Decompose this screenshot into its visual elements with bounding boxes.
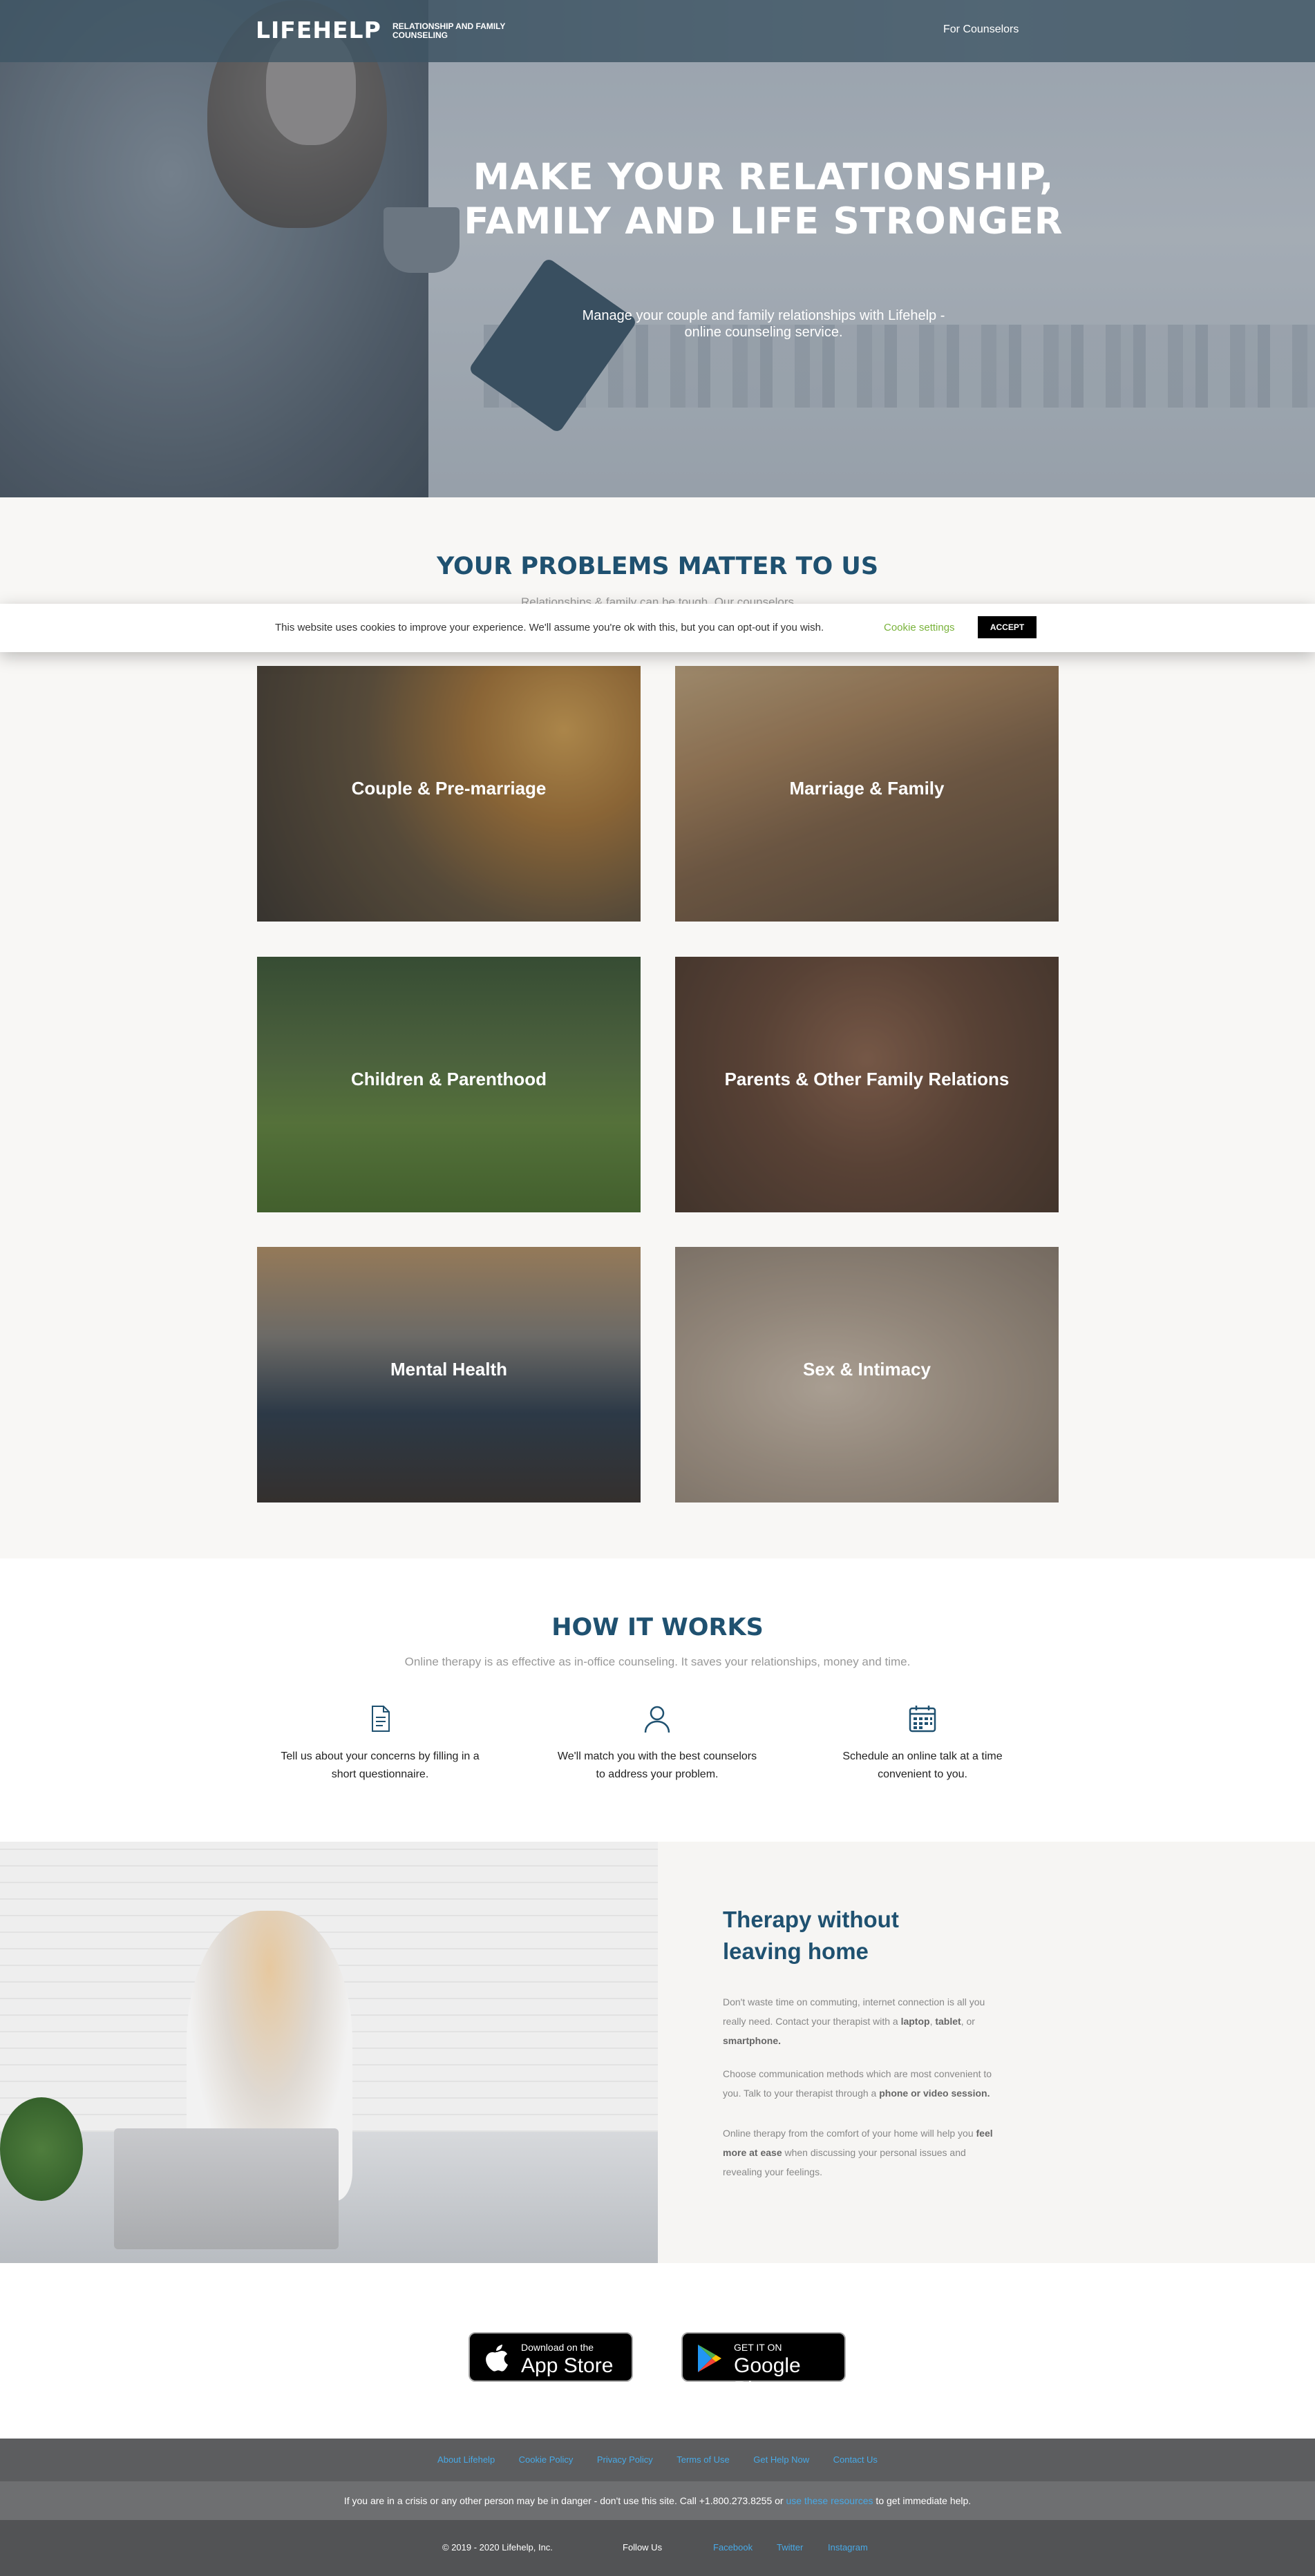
problem-card-sex-intimacy[interactable]: Sex & Intimacy [675, 1247, 1059, 1502]
app-store-button[interactable]: Download on the App Store [469, 2332, 633, 2382]
therapy-laptop [114, 2128, 339, 2249]
crisis-text: If you are in a crisis or any other pers… [343, 2495, 786, 2506]
therapy-text: Online therapy from the comfort of your … [723, 2128, 976, 2139]
problem-card-children[interactable]: Children & Parenthood [257, 957, 641, 1212]
therapy-bold: laptop [900, 2016, 930, 2027]
user-icon [644, 1706, 670, 1733]
hero-overlay [0, 0, 1315, 497]
how-step-questionnaire: Tell us about your concerns by filling i… [276, 1704, 484, 1784]
problems-section: YOUR PROBLEMS MATTER TO US Relationships… [0, 497, 1315, 1558]
facebook-link[interactable]: Facebook [713, 2542, 753, 2553]
therapy-paragraph-2: Choose communication methods which are m… [723, 2064, 999, 2103]
footer-link-privacy-policy[interactable]: Privacy Policy [597, 2439, 653, 2481]
therapy-paragraph-3: Online therapy from the comfort of your … [723, 2124, 999, 2182]
how-step-text: Tell us about your concerns by filling i… [281, 1750, 480, 1780]
copyright: © 2019 - 2020 Lifehelp, Inc. [442, 2542, 553, 2553]
problem-card-marriage[interactable]: Marriage & Family [675, 666, 1059, 922]
site-tagline: RELATIONSHIP AND FAMILY COUNSELING [392, 21, 506, 40]
footer-bottom: © 2019 - 2020 Lifehelp, Inc. Follow Us F… [0, 2520, 1315, 2576]
therapy-text: , or [961, 2016, 975, 2027]
therapy-paragraph-1: Don't waste time on commuting, internet … [723, 1992, 999, 2050]
cookie-banner: This website uses cookies to improve you… [0, 604, 1315, 652]
card-label: Couple & Pre-marriage [351, 778, 547, 799]
card-label: Children & Parenthood [350, 1069, 547, 1089]
app-store-small-text: Download on the [521, 2342, 594, 2353]
cookie-settings-link[interactable]: Cookie settings [884, 622, 955, 633]
google-play-small-text: GET IT ON [734, 2342, 782, 2353]
therapy-image [0, 1842, 658, 2263]
instagram-link[interactable]: Instagram [828, 2542, 868, 2553]
footer-link-cookie-policy[interactable]: Cookie Policy [519, 2439, 574, 2481]
site-header: LIFEHELP RELATIONSHIP AND FAMILY COUNSEL… [0, 0, 1315, 62]
cookie-accept-button[interactable]: ACCEPT [978, 616, 1037, 638]
twitter-link[interactable]: Twitter [777, 2542, 803, 2553]
problem-card-mental-health[interactable]: Mental Health [257, 1247, 641, 1502]
calendar-icon [909, 1706, 936, 1733]
how-subtitle: Online therapy is as effective as in-off… [404, 1655, 911, 1668]
google-play-icon [698, 2345, 721, 2372]
problems-title: YOUR PROBLEMS MATTER TO US [436, 553, 879, 580]
hero-title: MAKE YOUR RELATIONSHIP, FAMILY AND LIFE … [464, 156, 1063, 242]
follow-us-label: Follow Us [623, 2542, 663, 2553]
how-step-schedule: Schedule an online talk at a time conven… [819, 1704, 1026, 1784]
footer-link-contact[interactable]: Contact Us [833, 2439, 878, 2481]
app-download-section: Download on the App Store GET IT ON Goog… [0, 2263, 1315, 2439]
google-play-big-text: Google Play [734, 2354, 801, 2401]
card-label: Sex & Intimacy [803, 1359, 931, 1380]
card-label: Mental Health [390, 1359, 508, 1380]
therapy-bold: smartphone. [723, 2035, 782, 2046]
footer-links: About Lifehelp Cookie Policy Privacy Pol… [0, 2439, 1315, 2481]
cookie-text: This website uses cookies to improve you… [275, 622, 824, 633]
problem-card-couple[interactable]: Couple & Pre-marriage [257, 666, 641, 922]
footer-link-get-help[interactable]: Get Help Now [753, 2439, 809, 2481]
footer-crisis-notice: If you are in a crisis or any other pers… [0, 2481, 1315, 2520]
card-label: Parents & Other Family Relations [724, 1069, 1010, 1089]
how-it-works-section: HOW IT WORKS Online therapy is as effect… [0, 1558, 1315, 1842]
footer-link-about[interactable]: About Lifehelp [437, 2439, 495, 2481]
nav-for-counselors-link[interactable]: For Counselors [943, 23, 1019, 36]
therapy-section: Therapy without leaving home Don't waste… [0, 1842, 1315, 2263]
how-step-match: We'll match you with the best counselors… [554, 1704, 761, 1784]
document-icon [372, 1706, 390, 1732]
how-step-text: Schedule an online talk at a time conven… [842, 1750, 1003, 1780]
problem-card-parents[interactable]: Parents & Other Family Relations [675, 957, 1059, 1212]
therapy-bold: phone or video session. [879, 2088, 990, 2099]
therapy-title: Therapy without leaving home [723, 1907, 899, 1964]
site-logo[interactable]: LIFEHELP [256, 17, 381, 44]
apple-icon [486, 2345, 508, 2372]
hero-subtitle: Manage your couple and family relationsh… [582, 308, 945, 340]
footer-link-terms[interactable]: Terms of Use [677, 2439, 730, 2481]
google-play-button[interactable]: GET IT ON Google Play [681, 2332, 846, 2401]
crisis-resources-link[interactable]: use these resources [786, 2495, 873, 2506]
app-store-big-text: App Store [521, 2354, 614, 2377]
therapy-plant [0, 2097, 83, 2201]
crisis-text: to get immediate help. [873, 2495, 972, 2506]
hero-section: MAKE YOUR RELATIONSHIP, FAMILY AND LIFE … [0, 0, 1315, 497]
therapy-bold: tablet [935, 2016, 961, 2027]
how-step-text: We'll match you with the best counselors… [557, 1750, 757, 1780]
card-label: Marriage & Family [789, 778, 945, 799]
how-title: HOW IT WORKS [551, 1614, 764, 1641]
